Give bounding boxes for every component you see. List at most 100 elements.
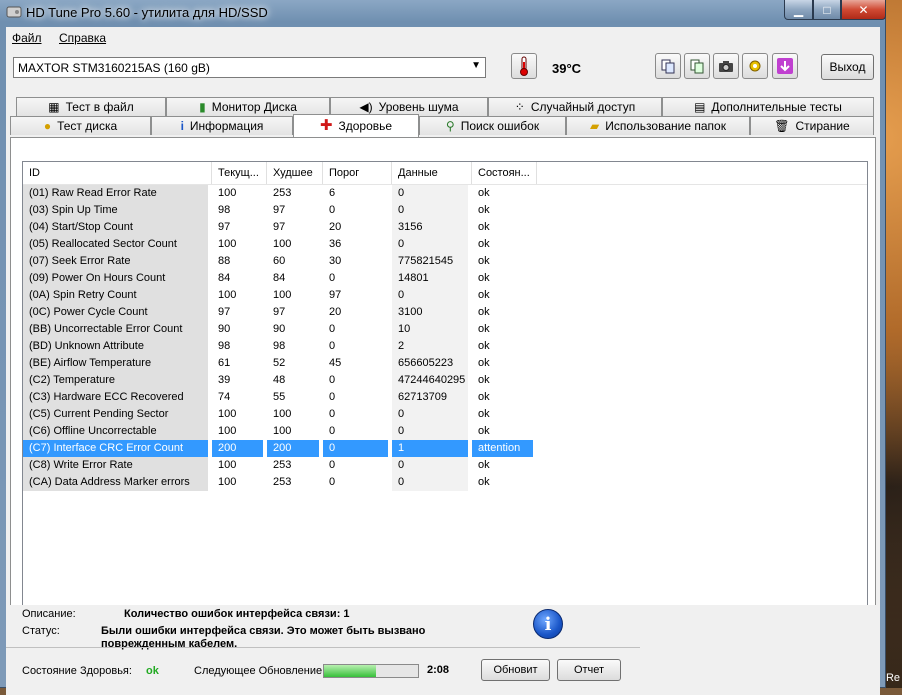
monitor-icon: ▮	[199, 100, 206, 114]
cell-id: (05) Reallocated Sector Count	[23, 236, 208, 253]
desktop-label: Re	[885, 672, 900, 684]
cell-worst: 48	[273, 374, 286, 386]
column-header-id[interactable]: ID	[23, 162, 212, 184]
cell-id: (C5) Current Pending Sector	[23, 406, 208, 423]
tab-error-scan[interactable]: ⚲ Поиск ошибок	[419, 116, 566, 135]
update-progress-bar	[323, 664, 419, 678]
cell-threshold: 6	[329, 187, 336, 199]
cell-threshold: 0	[323, 440, 388, 457]
cell-data: 0	[392, 287, 468, 304]
column-header-status[interactable]: Состоян...	[472, 162, 537, 184]
cell-status: ok	[478, 340, 490, 352]
column-header-worst[interactable]: Худшее	[267, 162, 323, 184]
menu-bar: Файл Справка	[6, 27, 880, 49]
table-row[interactable]: (C3) Hardware ECC Recovered 74 55 0 62713709…	[23, 389, 867, 406]
column-header-current[interactable]: Текущ...	[212, 162, 267, 184]
cell-data: 0	[392, 474, 468, 491]
minimize-button[interactable]: ▁	[784, 0, 813, 20]
thermometer-icon[interactable]	[511, 53, 537, 79]
tab-strip: ▦ Тест в файл ▮ Монитор Диска ◀) Уровень…	[6, 95, 880, 139]
tab-disk-test[interactable]: ● Тест диска	[10, 116, 151, 135]
cell-id: (C2) Temperature	[23, 372, 208, 389]
cell-status: ok	[478, 289, 490, 301]
cell-worst: 100	[273, 408, 292, 420]
cell-current: 97	[218, 221, 231, 233]
description-label: Описание:	[22, 608, 76, 620]
cell-status: ok	[478, 323, 490, 335]
update-progress-fill	[324, 665, 376, 677]
cell-status: ok	[478, 408, 490, 420]
cell-current: 100	[218, 187, 237, 199]
exit-button[interactable]: Выход	[821, 54, 874, 80]
refresh-button[interactable]: Обновит	[481, 659, 550, 681]
cell-threshold: 45	[329, 357, 342, 369]
column-header-data[interactable]: Данные	[392, 162, 472, 184]
table-row[interactable]: (C8) Write Error Rate 100 253 0 0 ok	[23, 457, 867, 474]
cell-threshold: 0	[329, 476, 336, 488]
cell-worst: 84	[273, 272, 286, 284]
cell-data: 10	[392, 321, 468, 338]
cell-data: 656605223	[392, 355, 468, 372]
title-bar[interactable]: HD Tune Pro 5.60 - утилита для HD/SSD ▁ …	[0, 0, 886, 26]
cell-id: (01) Raw Read Error Rate	[23, 185, 208, 202]
cell-threshold: 97	[329, 289, 342, 301]
table-row[interactable]: (BE) Airflow Temperature 61 52 45 656605223 o…	[23, 355, 867, 372]
cell-worst: 60	[273, 255, 286, 267]
cell-id: (BB) Uncorrectable Error Count	[23, 321, 208, 338]
countdown-value: 2:08	[427, 664, 450, 676]
options-icon[interactable]	[742, 53, 768, 79]
tab-information[interactable]: i Информация	[151, 116, 293, 135]
tab-folder-usage[interactable]: ▰ Использование папок	[566, 116, 750, 135]
toolbar: MAXTOR STM3160215AS (160 gB) ▼ 39°C Выхо…	[6, 49, 880, 95]
table-row[interactable]: (C7) Interface CRC Error Count 200 200 0 1 at…	[23, 440, 867, 457]
column-header-threshold[interactable]: Порог	[323, 162, 392, 184]
menu-file[interactable]: Файл	[12, 31, 42, 45]
cell-worst: 100	[273, 425, 292, 437]
cell-worst: 97	[273, 204, 286, 216]
cell-id: (C8) Write Error Rate	[23, 457, 208, 474]
file-test-icon: ▦	[48, 100, 60, 114]
table-row[interactable]: (09) Power On Hours Count 84 84 0 14801 ok	[23, 270, 867, 287]
table-row[interactable]: (C6) Offline Uncorrectable 100 100 0 0 ok	[23, 423, 867, 440]
cell-status: ok	[478, 357, 490, 369]
table-row[interactable]: (0C) Power Cycle Count 97 97 20 3100 ok	[23, 304, 867, 321]
copy-text-icon[interactable]	[684, 53, 710, 79]
cell-current: 100	[218, 476, 237, 488]
tab-file-test[interactable]: ▦ Тест в файл	[16, 97, 166, 116]
table-row[interactable]: (C5) Current Pending Sector 100 100 0 0 ok	[23, 406, 867, 423]
table-row[interactable]: (0A) Spin Retry Count 100 100 97 0 ok	[23, 287, 867, 304]
save-icon[interactable]	[772, 53, 798, 79]
tab-erase[interactable]: 🗑 Стирание	[750, 116, 874, 135]
table-row[interactable]: (03) Spin Up Time 98 97 0 0 ok	[23, 202, 867, 219]
cell-data: 775821545	[392, 253, 468, 270]
temperature-value: 39°C	[552, 61, 582, 76]
smart-attributes-list[interactable]: ID Текущ... Худшее Порог Данные Состоян.…	[22, 161, 868, 609]
table-row[interactable]: (05) Reallocated Sector Count 100 100 36 0 ok	[23, 236, 867, 253]
cell-id: (03) Spin Up Time	[23, 202, 208, 219]
info-icon: i	[533, 609, 563, 639]
next-update-label: Следующее Обновление:	[194, 665, 326, 677]
cell-threshold: 20	[329, 306, 342, 318]
cell-data: 3100	[392, 304, 468, 321]
table-row[interactable]: (07) Seek Error Rate 88 60 30 775821545 ok	[23, 253, 867, 270]
drive-select[interactable]: MAXTOR STM3160215AS (160 gB) ▼	[13, 57, 486, 78]
tab-random-access[interactable]: ⁘ Случайный доступ	[488, 97, 662, 116]
maximize-button[interactable]: □	[813, 0, 841, 20]
tab-health[interactable]: ✚ Здоровье	[293, 114, 419, 137]
cell-current: 97	[218, 306, 231, 318]
table-row[interactable]: (BD) Unknown Attribute 98 98 0 2 ok	[23, 338, 867, 355]
camera-icon[interactable]	[713, 53, 739, 79]
cell-current: 100	[218, 238, 237, 250]
table-row[interactable]: (C2) Temperature 39 48 0 47244640295 ok	[23, 372, 867, 389]
menu-help[interactable]: Справка	[59, 31, 106, 45]
close-button[interactable]: ✕	[841, 0, 886, 20]
cell-status: ok	[478, 374, 490, 386]
report-button[interactable]: Отчет	[557, 659, 621, 681]
table-row[interactable]: (01) Raw Read Error Rate 100 253 6 0 ok	[23, 185, 867, 202]
tab-extra-tests[interactable]: ▤ Дополнительные тесты	[662, 97, 874, 116]
cell-threshold: 0	[329, 459, 336, 471]
table-row[interactable]: (CA) Data Address Marker errors 100 253 0 0 o…	[23, 474, 867, 491]
copy-icon[interactable]	[655, 53, 681, 79]
table-row[interactable]: (04) Start/Stop Count 97 97 20 3156 ok	[23, 219, 867, 236]
table-row[interactable]: (BB) Uncorrectable Error Count 90 90 0 10 ok	[23, 321, 867, 338]
